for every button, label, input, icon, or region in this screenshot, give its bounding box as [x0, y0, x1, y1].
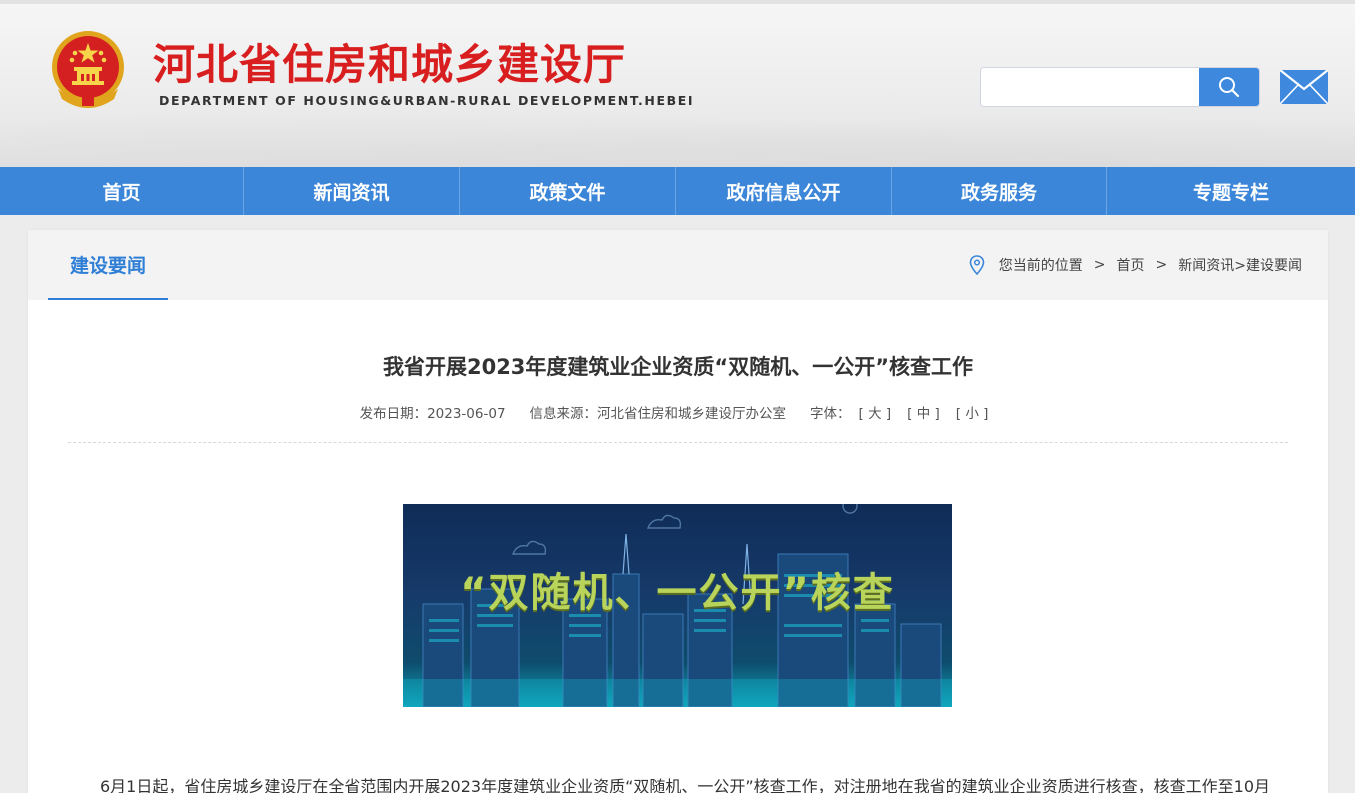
nav-item-policy[interactable]: 政策文件 — [460, 167, 676, 215]
site-subtitle: DEPARTMENT OF HOUSING&URBAN-RURAL DEVELO… — [159, 93, 695, 108]
top-strip — [0, 0, 1355, 4]
search-button[interactable] — [1199, 68, 1259, 106]
site-title[interactable]: 河北省住房和城乡建设厅 — [153, 38, 626, 92]
nav-item-gov-info[interactable]: 政府信息公开 — [676, 167, 892, 215]
font-size-small-link[interactable]: [ 小 ] — [956, 402, 989, 422]
publish-date: 发布日期：2023-06-07 — [359, 406, 506, 422]
location-pin-icon — [969, 255, 985, 275]
nav-item-topics[interactable]: 专题专栏 — [1107, 167, 1355, 215]
search-icon — [1219, 77, 1240, 98]
breadcrumb: 您当前的位置 > 首页 > 新闻资讯>建设要闻 — [969, 230, 1302, 300]
info-source: 信息来源：河北省住房和城乡建设厅办公室 — [529, 406, 787, 422]
section-tab[interactable]: 建设要闻 — [48, 230, 168, 300]
font-size-medium-link[interactable]: [ 中 ] — [907, 402, 940, 422]
breadcrumb-separator: > — [1155, 257, 1168, 273]
content-panel: 建设要闻 您当前的位置 > 首页 > 新闻资讯>建设要闻 我省开展2023年度建… — [28, 230, 1328, 793]
breadcrumb-path-link[interactable]: 新闻资讯>建设要闻 — [1178, 255, 1302, 275]
breadcrumb-separator: > — [1093, 257, 1106, 273]
breadcrumb-prefix: 您当前的位置 — [998, 258, 1083, 274]
nav-item-home[interactable]: 首页 — [0, 167, 244, 215]
section-header: 建设要闻 您当前的位置 > 首页 > 新闻资讯>建设要闻 — [28, 230, 1328, 300]
main-nav: 首页 新闻资讯 政策文件 政府信息公开 政务服务 专题专栏 — [0, 167, 1355, 215]
national-emblem-icon[interactable] — [48, 29, 128, 113]
search-input[interactable] — [981, 68, 1200, 106]
font-size-label: 字体： — [810, 406, 851, 422]
mail-icon — [1279, 69, 1329, 105]
nav-item-services[interactable]: 政务服务 — [892, 167, 1107, 215]
breadcrumb-home-link[interactable]: 首页 — [1117, 255, 1145, 275]
font-size-large-link[interactable]: [ 大 ] — [859, 402, 892, 422]
divider — [68, 442, 1288, 443]
article-banner-image: “双随机、一公开”核查 — [403, 504, 952, 707]
article-body: 6月1日起，省住房城乡建设厅在全省范围内开展2023年度建筑业企业资质“双随机、… — [100, 777, 1271, 793]
article-title: 我省开展2023年度建筑业企业资质“双随机、一公开”核查工作 — [382, 355, 974, 379]
mail-button[interactable] — [1279, 69, 1329, 105]
nav-item-news[interactable]: 新闻资讯 — [244, 167, 460, 215]
article-meta: 发布日期：2023-06-07 信息来源：河北省住房和城乡建设厅办公室 字体： … — [28, 402, 1328, 422]
search-box — [980, 67, 1260, 107]
banner-headline: “双随机、一公开”核查 — [460, 570, 895, 616]
